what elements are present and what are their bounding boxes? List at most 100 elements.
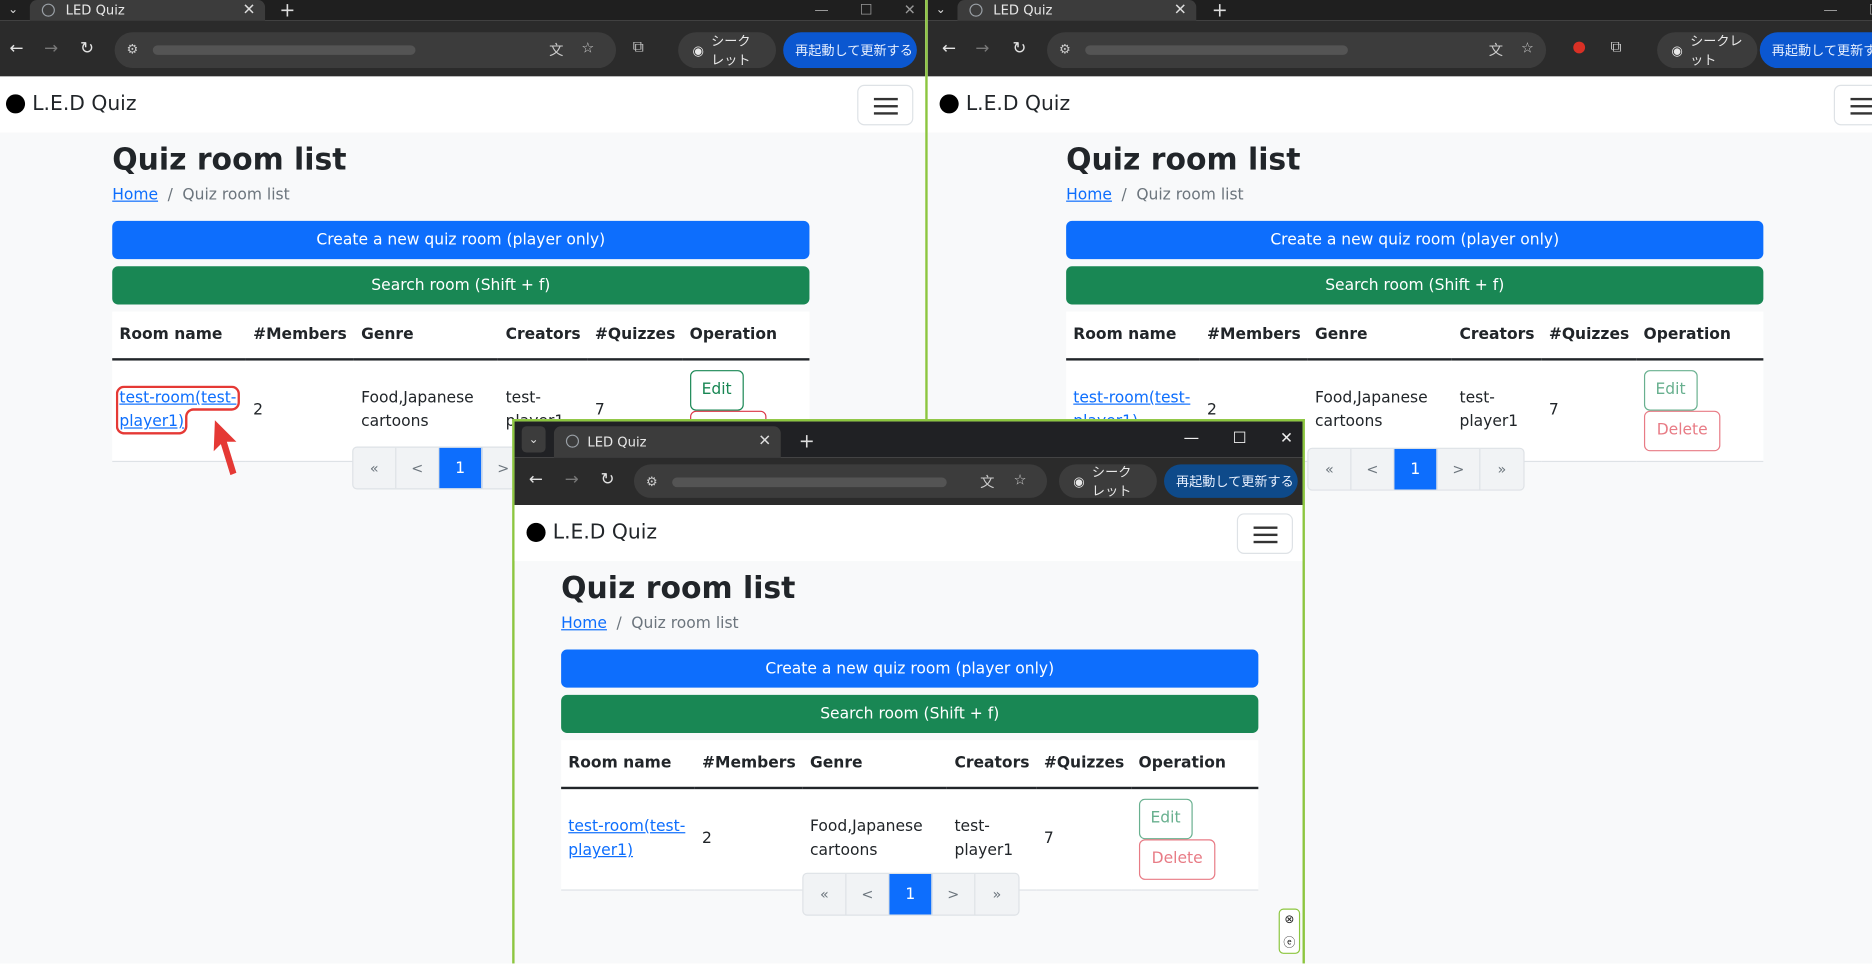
brand-logo-icon (939, 94, 959, 114)
tab-search-icon[interactable]: ⌄ (0, 0, 26, 20)
forward-icon[interactable]: → (44, 39, 58, 58)
create-room-button[interactable]: Create a new quiz room (player only) (561, 649, 1259, 688)
new-tab-icon[interactable]: + (799, 426, 815, 457)
site-info-icon[interactable]: ⚙ (127, 42, 144, 59)
translate-icon[interactable]: 文 (980, 472, 994, 492)
browser-tab[interactable]: LED Quiz ✕ (553, 426, 781, 458)
page-current-button[interactable]: 1 (889, 873, 933, 915)
extensions-icon[interactable]: ⧉ (633, 38, 644, 56)
forward-icon[interactable]: → (565, 470, 579, 489)
translate-icon[interactable]: 文 (549, 39, 563, 59)
breadcrumb-home-link[interactable]: Home (1066, 186, 1112, 204)
tab-search-icon[interactable]: ⌄ (928, 0, 954, 20)
incognito-chip[interactable]: ◉ シークレット (1657, 32, 1758, 69)
page-current-button[interactable]: 1 (1394, 448, 1438, 490)
edit-button[interactable]: Edit (1643, 370, 1698, 411)
page-next-button[interactable]: > (932, 873, 976, 915)
address-bar[interactable]: ⚙ 文 ☆ (633, 464, 1048, 498)
browser-toolbar: ← → ↻ ⚙ 文 ☆ ◉ シークレット 再起動して更新する ⋮ (514, 457, 1303, 506)
members-cell: 2 (245, 359, 354, 463)
browser-tab[interactable]: LED Quiz ✕ (29, 0, 266, 21)
page-current-button[interactable]: 1 (439, 447, 483, 489)
page-prev-button[interactable]: < (846, 873, 890, 915)
bookmark-star-icon[interactable]: ☆ (1521, 39, 1534, 56)
col-room-name: Room name (112, 311, 246, 361)
back-icon[interactable]: ← (10, 39, 24, 58)
update-button[interactable]: 再起動して更新する ⋮ (783, 32, 925, 69)
forward-icon[interactable]: → (975, 39, 989, 58)
genre-line2: cartoons (361, 413, 429, 431)
incognito-chip[interactable]: ◉ シークレット (678, 32, 777, 69)
site-info-icon[interactable]: ⚙ (646, 474, 663, 491)
floating-extension-widget[interactable]: ⊗ ⓔ (1278, 908, 1301, 954)
close-tab-icon[interactable]: ✕ (758, 426, 771, 457)
brand-link[interactable]: L.E.D Quiz (526, 521, 657, 544)
maximize-icon[interactable]: ☐ (860, 0, 873, 20)
navbar-toggle-button[interactable] (1236, 513, 1293, 554)
page-next-button[interactable]: > (1437, 448, 1481, 490)
navbar-toggle-button[interactable] (1833, 84, 1872, 126)
close-window-icon[interactable]: ✕ (1280, 424, 1293, 455)
maximize-icon[interactable]: ☐ (1233, 424, 1247, 455)
breadcrumb-home-link[interactable]: Home (561, 615, 607, 633)
close-tab-icon[interactable]: ✕ (242, 0, 255, 20)
new-tab-icon[interactable]: + (279, 0, 295, 20)
address-bar[interactable]: ⚙ 文 ☆ (1047, 32, 1547, 69)
update-button[interactable]: 再起動して更新する (1759, 32, 1872, 69)
minimize-icon[interactable]: — (1184, 424, 1200, 455)
creators-line2: player1 (954, 841, 1014, 860)
breadcrumb-separator: / (167, 186, 173, 205)
blurred-url (1085, 45, 1348, 55)
delete-button[interactable]: Delete (1643, 410, 1721, 452)
create-room-button[interactable]: Create a new quiz room (player only) (1066, 220, 1764, 260)
bookmark-star-icon[interactable]: ☆ (581, 39, 594, 56)
back-icon[interactable]: ← (529, 470, 543, 489)
create-room-button[interactable]: Create a new quiz room (player only) (112, 220, 810, 260)
navbar-toggle-button[interactable] (857, 84, 914, 126)
bookmark-star-icon[interactable]: ☆ (1014, 472, 1027, 489)
extension-e-icon[interactable]: ⓔ (1283, 932, 1295, 950)
brand-link[interactable]: L.E.D Quiz (5, 92, 136, 116)
incognito-label: シークレット (711, 33, 751, 69)
col-members: #Members (694, 740, 803, 790)
incognito-chip[interactable]: ◉ シークレット (1058, 464, 1157, 499)
table-header-row: Room name #Members Genre Creators #Quizz… (1066, 311, 1764, 361)
brand-link[interactable]: L.E.D Quiz (939, 92, 1070, 116)
reload-icon[interactable]: ↻ (80, 39, 94, 58)
room-name-line1: test-room(test- (568, 817, 686, 836)
close-circle-icon[interactable]: ⊗ (1284, 913, 1294, 926)
new-tab-icon[interactable]: + (1212, 0, 1228, 20)
delete-button[interactable]: Delete (1138, 839, 1216, 880)
room-link[interactable]: test-room(test-player1) (568, 818, 685, 860)
browser-tab[interactable]: LED Quiz ✕ (957, 0, 1197, 21)
reload-icon[interactable]: ↻ (601, 470, 615, 489)
page-first-button[interactable]: « (353, 447, 397, 489)
back-icon[interactable]: ← (942, 39, 956, 58)
update-button[interactable]: 再起動して更新する ⋮ (1164, 464, 1298, 498)
extension-red-icon[interactable]: ● (1572, 38, 1586, 56)
search-room-button[interactable]: Search room (Shift + f) (1066, 266, 1764, 305)
close-window-icon[interactable]: ✕ (904, 0, 916, 20)
edit-button[interactable]: Edit (1138, 798, 1193, 840)
tab-search-icon[interactable]: ⌄ (521, 426, 546, 453)
page-first-button[interactable]: « (1308, 448, 1352, 490)
site-info-icon[interactable]: ⚙ (1059, 42, 1076, 59)
translate-icon[interactable]: 文 (1489, 39, 1503, 59)
page-prev-button[interactable]: < (396, 447, 440, 489)
reload-icon[interactable]: ↻ (1012, 39, 1026, 58)
more-menu-icon[interactable]: ⋮ (1303, 473, 1305, 489)
minimize-icon[interactable]: — (1823, 0, 1837, 20)
page-last-button[interactable]: » (1480, 449, 1523, 490)
close-tab-icon[interactable]: ✕ (1174, 0, 1187, 20)
address-bar[interactable]: ⚙ 文 ☆ (114, 32, 617, 69)
search-room-button[interactable]: Search room (Shift + f) (561, 694, 1259, 734)
edit-button[interactable]: Edit (689, 370, 744, 411)
extensions-icon[interactable]: ⧉ (1611, 38, 1622, 56)
browser-toolbar: ← → ↻ ⚙ 文 ☆ ● ⧉ ◉ シークレット 再起動して更新する (927, 20, 1872, 77)
search-room-button[interactable]: Search room (Shift + f) (112, 266, 810, 305)
page-first-button[interactable]: « (803, 873, 847, 915)
page-last-button[interactable]: » (975, 874, 1018, 915)
breadcrumb-home-link[interactable]: Home (112, 186, 158, 204)
minimize-icon[interactable]: — (814, 0, 828, 20)
page-prev-button[interactable]: < (1351, 448, 1395, 490)
